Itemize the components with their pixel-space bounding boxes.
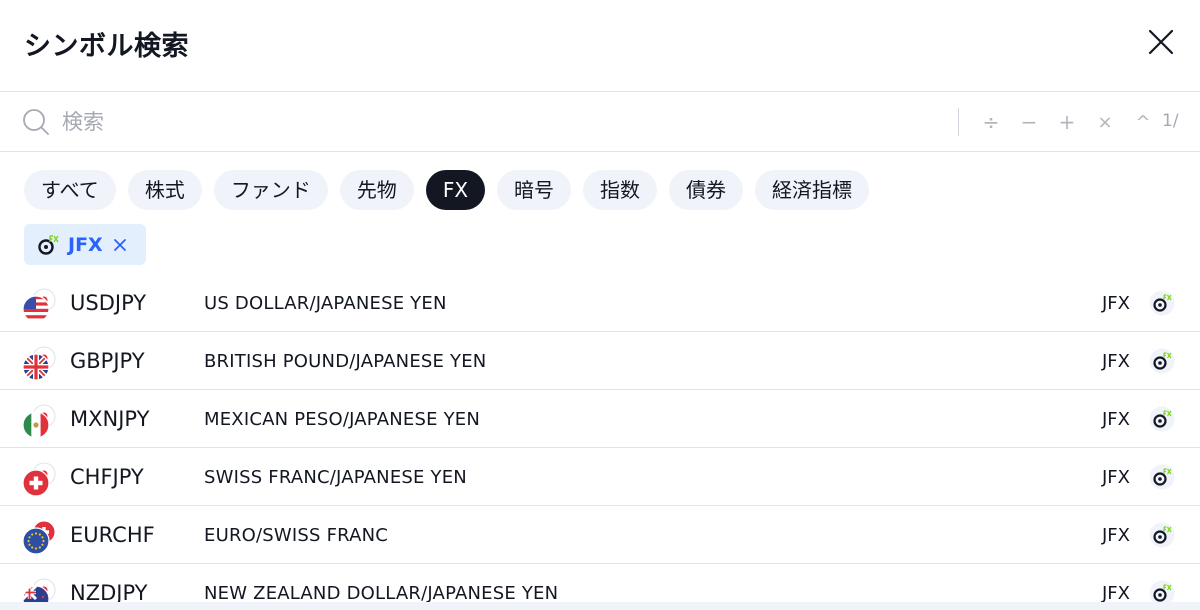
table-row[interactable]: CHFJPY SWISS FRANC/JAPANESE YEN JFX [0, 448, 1200, 506]
exchange-label: JFX [1102, 293, 1130, 314]
jfx-logo-icon [1149, 522, 1175, 548]
tab-all[interactable]: すべて [24, 170, 116, 210]
tab-fx[interactable]: FX [425, 170, 486, 210]
eu-ch-flag-icon [22, 520, 56, 555]
symbol-ticker: GBPJPY [70, 349, 145, 373]
filter-label: JFX [68, 233, 103, 256]
symbol-description: NEW ZEALAND DOLLAR/JAPANESE YEN [204, 583, 559, 604]
jfx-logo-icon [1149, 406, 1175, 432]
tab-bonds[interactable]: 債券 [669, 170, 744, 210]
search-icon [23, 109, 49, 135]
symbol-ticker: EURCHF [70, 523, 155, 547]
results-list: USDJPY US DOLLAR/JAPANESE YEN JFX GBPJPY… [0, 274, 1200, 610]
jfx-logo-icon [38, 234, 59, 255]
symbol-description: EURO/SWISS FRANC [204, 525, 389, 546]
power-operator-button[interactable]: ^ [1124, 112, 1162, 133]
symbol-description: BRITISH POUND/JAPANESE YEN [204, 351, 487, 372]
mx-jp-flag-icon [22, 404, 56, 439]
search-bar: ÷ − + × ^ 1/ [0, 92, 1200, 152]
dialog-title: シンボル検索 [24, 31, 189, 62]
exchange-filter-tag[interactable]: JFX [24, 224, 146, 265]
symbol-description: SWISS FRANC/JAPANESE YEN [204, 467, 467, 488]
symbol-description: MEXICAN PESO/JAPANESE YEN [204, 409, 481, 430]
tab-indices[interactable]: 指数 [583, 170, 658, 210]
ch-jp-flag-icon [22, 462, 56, 497]
search-input[interactable] [62, 104, 922, 140]
table-row[interactable]: EURCHF EURO/SWISS FRANC JFX [0, 506, 1200, 564]
table-row[interactable]: USDJPY US DOLLAR/JAPANESE YEN JFX [0, 274, 1200, 332]
divider [958, 108, 959, 136]
minus-operator-button[interactable]: − [1010, 110, 1048, 134]
exchange-label: JFX [1102, 583, 1130, 604]
scroll-edge [0, 602, 1200, 610]
remove-filter-icon[interactable] [113, 238, 127, 252]
table-row[interactable]: GBPJPY BRITISH POUND/JAPANESE YEN JFX [0, 332, 1200, 390]
calculator-operators: ÷ − + × ^ [972, 108, 1162, 136]
tab-crypto[interactable]: 暗号 [497, 170, 572, 210]
symbol-ticker: MXNJPY [70, 407, 150, 431]
exchange-label: JFX [1102, 525, 1130, 546]
us-jp-flag-icon [22, 288, 56, 323]
multiply-operator-button[interactable]: × [1086, 112, 1124, 133]
plus-operator-button[interactable]: + [1048, 110, 1086, 134]
jfx-logo-icon [1149, 348, 1175, 374]
page-indicator: 1/ [1162, 111, 1179, 131]
dialog-header: シンボル検索 [0, 0, 1200, 92]
jfx-logo-icon [1149, 464, 1175, 490]
tab-futures[interactable]: 先物 [339, 170, 414, 210]
table-row[interactable]: MXNJPY MEXICAN PESO/JAPANESE YEN JFX [0, 390, 1200, 448]
gb-jp-flag-icon [22, 346, 56, 381]
symbol-ticker: CHFJPY [70, 465, 144, 489]
close-icon[interactable] [1148, 29, 1174, 55]
jfx-logo-icon [1149, 290, 1175, 316]
exchange-label: JFX [1102, 409, 1130, 430]
symbol-ticker: USDJPY [70, 291, 147, 315]
exchange-label: JFX [1102, 351, 1130, 372]
symbol-description: US DOLLAR/JAPANESE YEN [204, 293, 447, 314]
tab-funds[interactable]: ファンド [213, 170, 328, 210]
divide-operator-button[interactable]: ÷ [972, 110, 1010, 134]
exchange-label: JFX [1102, 467, 1130, 488]
tab-economy[interactable]: 経済指標 [755, 170, 870, 210]
category-tabs: すべて 株式 ファンド 先物 FX 暗号 指数 債券 経済指標 [24, 170, 870, 210]
tab-stocks[interactable]: 株式 [127, 170, 202, 210]
